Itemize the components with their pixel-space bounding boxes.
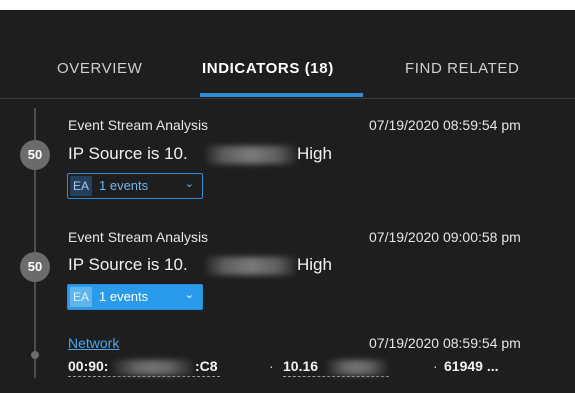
events-dropdown-button[interactable]: EA 1 events ⌄ [67,173,203,199]
events-count-label: 1 events [99,178,149,193]
timeline-dot [31,351,39,359]
indicator-severity: High [297,144,332,163]
mac-address-field[interactable]: 00:90: :C8 [68,358,220,377]
tab-bar: OVERVIEW INDICATORS (18) FIND RELATED [0,10,575,99]
risk-score-badge: 50 [20,140,50,170]
mac-suffix: :C8 [195,358,218,374]
indicator-timestamp: 07/19/2020 08:59:54 pm [369,117,521,133]
separator-dot: · [433,358,438,374]
indicator-title-prefix: IP Source is 10. [68,144,188,163]
network-link[interactable]: Network [68,335,119,351]
events-count-label: 1 events [99,289,149,304]
redacted-ip [327,360,387,375]
redacted-ip [206,146,296,164]
active-tab-indicator [200,93,363,97]
ip-prefix: 10.16 [283,358,319,374]
port-field[interactable]: 61949 ... [444,358,499,376]
indicator-severity: High [297,255,332,274]
indicator-title[interactable]: IP Source is 10. High [68,255,358,277]
tab-indicators[interactable]: INDICATORS (18) [202,60,334,77]
event-details-panel: OVERVIEW INDICATORS (18) FIND RELATED 50… [0,10,575,393]
redacted-ip [206,257,296,275]
mac-prefix: 00:90: [68,358,109,374]
ip-address-field[interactable]: 10.16 [283,358,389,377]
tab-overview[interactable]: OVERVIEW [57,60,142,77]
indicator-title-prefix: IP Source is 10. [68,255,188,274]
chevron-down-icon: ⌄ [184,178,194,190]
ea-badge: EA [70,287,92,307]
indicator-source: Event Stream Analysis [68,229,209,245]
events-dropdown-button[interactable]: EA 1 events ⌄ [67,284,203,310]
indicator-timestamp: 07/19/2020 09:00:58 pm [369,229,521,245]
indicator-source: Event Stream Analysis [68,117,209,133]
tab-find-related[interactable]: FIND RELATED [405,60,519,77]
redacted-mac [113,360,193,375]
chevron-down-icon: ⌄ [184,289,194,301]
network-timestamp: 07/19/2020 08:59:54 pm [369,335,521,351]
ea-badge: EA [70,176,92,196]
indicator-title[interactable]: IP Source is 10. High [68,144,358,166]
separator-dot: · [269,358,274,374]
risk-score-badge: 50 [20,252,50,282]
